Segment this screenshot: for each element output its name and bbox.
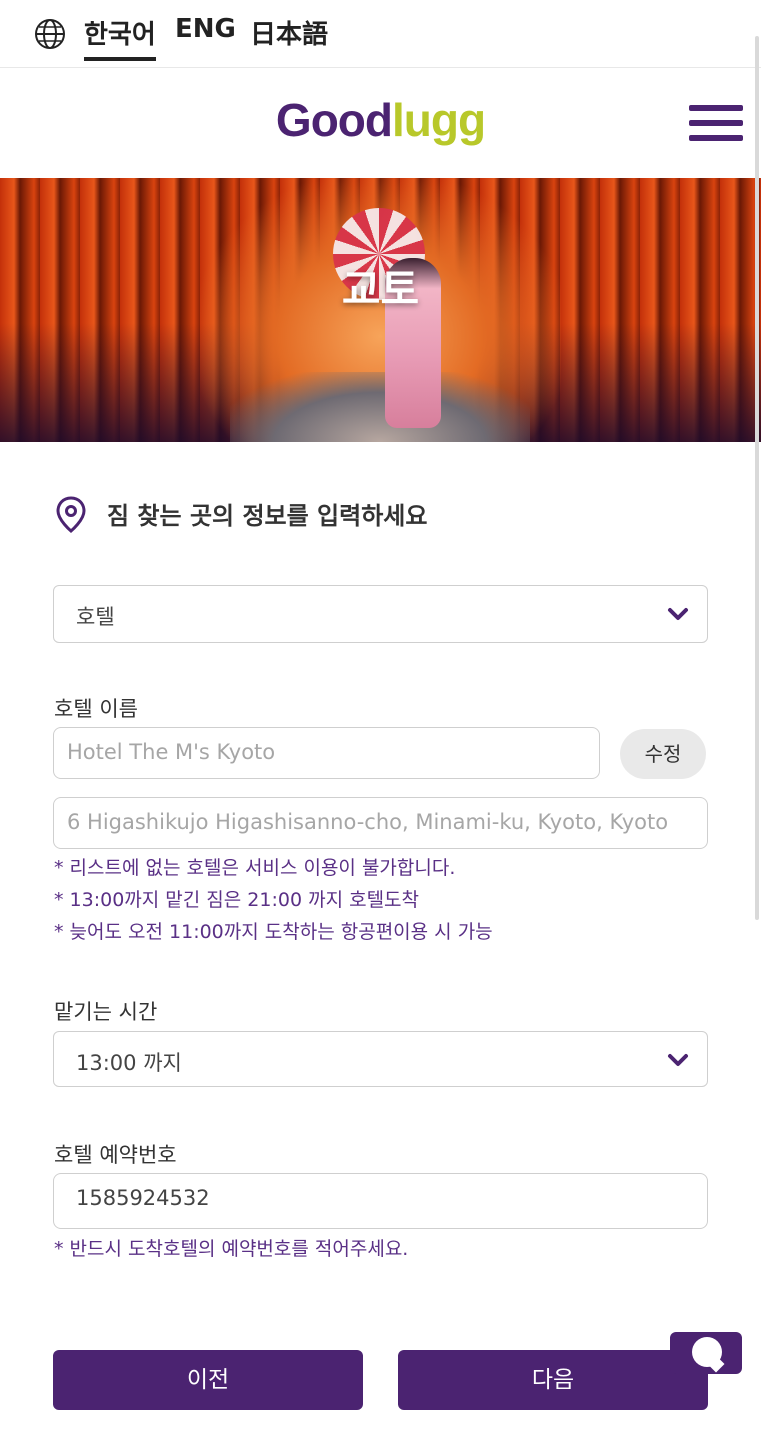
hero-title: 교토: [341, 265, 420, 314]
note-flight: * 늦어도 오전 11:00까지 도착하는 항공편이용 시 가능: [54, 921, 493, 943]
reservation-label: 호텔 예약번호: [54, 1143, 177, 1167]
language-korean[interactable]: 한국어: [84, 14, 156, 61]
edit-button[interactable]: 수정: [620, 729, 706, 779]
language-japanese[interactable]: 日本語: [250, 14, 328, 51]
prev-button[interactable]: 이전: [53, 1350, 363, 1410]
drop-time-label: 맡기는 시간: [54, 1000, 158, 1024]
logo[interactable]: Goodlugg: [0, 93, 761, 147]
reservation-input[interactable]: 1585924532: [53, 1173, 708, 1229]
chevron-down-icon: [668, 1054, 688, 1066]
site-header: Goodlugg: [0, 69, 761, 178]
logo-part-good: Good: [275, 94, 393, 146]
hero-banner: 교토: [0, 178, 761, 442]
next-button[interactable]: 다음: [398, 1350, 708, 1410]
drop-time-select[interactable]: 13:00 까지: [53, 1031, 708, 1087]
drop-time-value: 13:00 까지: [76, 1051, 182, 1075]
globe-icon[interactable]: [34, 18, 66, 50]
scrollbar[interactable]: [755, 36, 759, 920]
location-pin-icon: [56, 496, 86, 533]
note-unlisted-hotel: * 리스트에 없는 호텔은 서비스 이용이 불가합니다.: [54, 857, 456, 879]
hotel-name-label: 호텔 이름: [54, 697, 138, 721]
language-english[interactable]: ENG: [175, 14, 236, 44]
place-type-value: 호텔: [76, 605, 115, 629]
hero-path: [230, 372, 530, 442]
hotel-name-placeholder: Hotel The M's Kyoto: [67, 740, 276, 764]
note-arrival-time: * 13:00까지 맡긴 짐은 21:00 까지 호텔도착: [54, 889, 420, 911]
hamburger-icon[interactable]: [689, 105, 743, 143]
chevron-down-icon: [668, 608, 688, 620]
place-type-select[interactable]: 호텔: [53, 585, 708, 643]
reservation-note: * 반드시 도착호텔의 예약번호를 적어주세요.: [54, 1238, 409, 1260]
chat-widget-button[interactable]: [670, 1332, 742, 1374]
logo-part-lugg: lugg: [392, 94, 486, 146]
section-title: 짐 찾는 곳의 정보를 입력하세요: [107, 502, 428, 530]
hotel-address-input[interactable]: 6 Higashikujo Higashisanno-cho, Minami-k…: [53, 797, 708, 849]
hotel-name-input[interactable]: Hotel The M's Kyoto: [53, 727, 600, 779]
language-bar: 한국어 ENG 日本語: [0, 0, 761, 68]
reservation-value: 1585924532: [76, 1186, 210, 1210]
hotel-address-placeholder: 6 Higashikujo Higashisanno-cho, Minami-k…: [67, 810, 669, 834]
